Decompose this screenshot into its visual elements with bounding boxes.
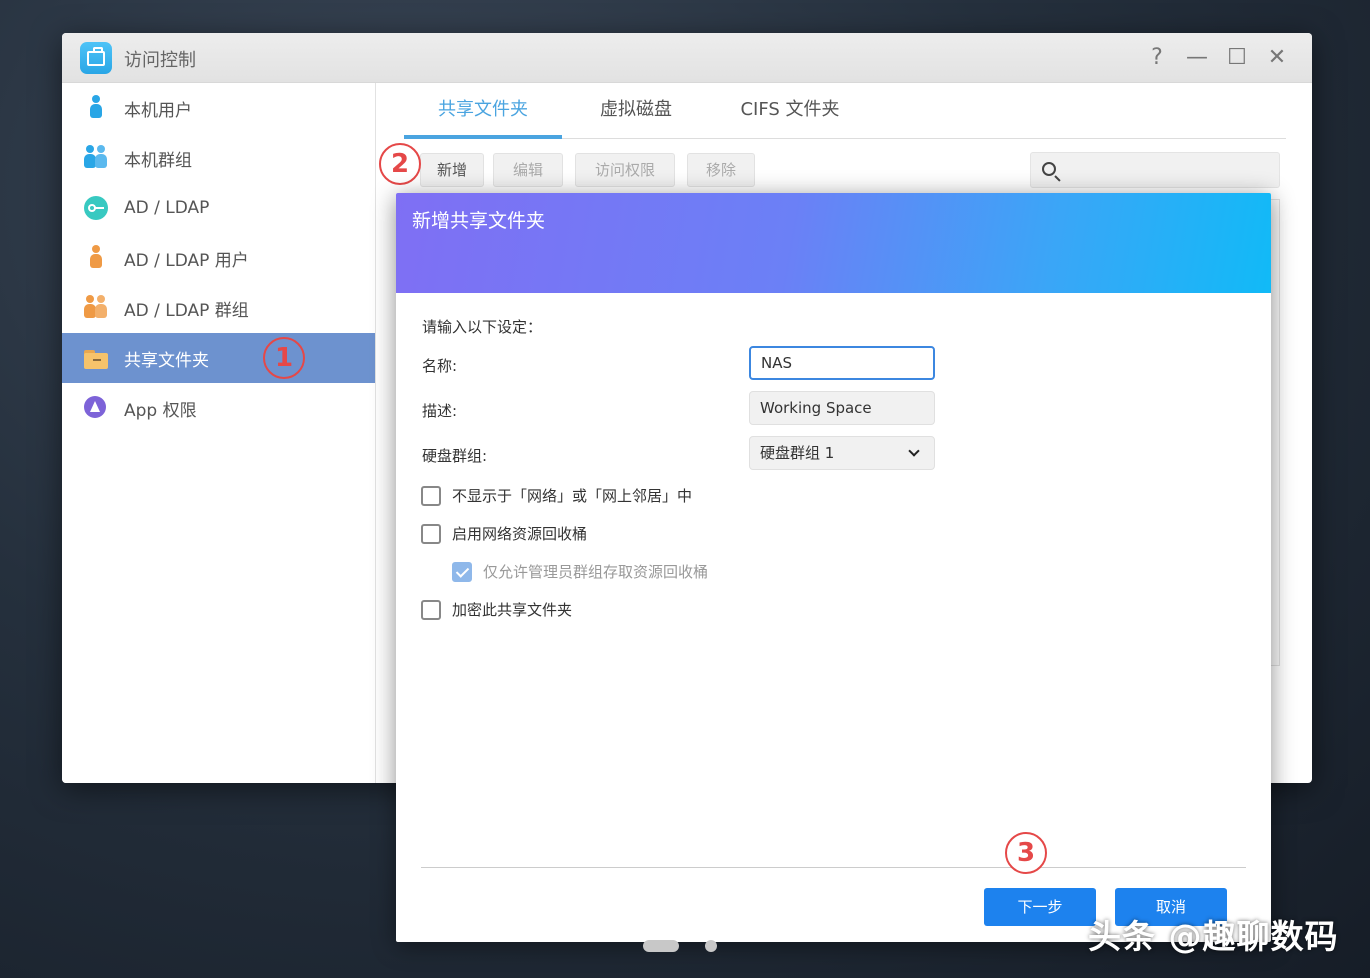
sidebar-item-label: AD / LDAP	[124, 198, 210, 218]
recycle-bin-option[interactable]: 启用网络资源回收桶	[421, 523, 587, 544]
permissions-button[interactable]: 访问权限	[575, 153, 675, 187]
admin-only-recycle-option: 仅允许管理员群组存取资源回收桶	[452, 561, 708, 582]
form-intro: 请输入以下设定：	[422, 318, 543, 336]
window-title: 访问控制	[124, 50, 196, 71]
sidebar-item-label: 本机群组	[124, 150, 192, 171]
new-shared-folder-dialog: 新增共享文件夹 请输入以下设定： 名称: NAS 描述: Working Spa…	[396, 193, 1271, 942]
maximize-icon[interactable]: ☐	[1224, 45, 1250, 70]
tab-bar: 共享文件夹 虚拟磁盘 CIFS 文件夹	[404, 83, 1286, 139]
ldap-user-icon	[84, 245, 108, 271]
dialog-title: 新增共享文件夹	[412, 210, 546, 232]
help-icon[interactable]: ?	[1144, 45, 1170, 70]
dialog-header: 新增共享文件夹	[396, 193, 1271, 293]
sidebar: 本机用户 本机群组 AD / LDAP AD / LDAP 用户 AD / LD…	[62, 83, 376, 783]
name-field[interactable]: NAS	[749, 346, 935, 380]
step-marker-1: 1	[263, 337, 305, 379]
tab-cifs-folders[interactable]: CIFS 文件夹	[710, 83, 870, 139]
sidebar-item-label: 共享文件夹	[124, 350, 209, 371]
search-icon	[1042, 162, 1056, 176]
volume-select-value: 硬盘群组 1	[760, 444, 835, 462]
search-input[interactable]	[1030, 152, 1280, 188]
user-icon	[84, 95, 108, 121]
sidebar-item-ad-ldap-groups[interactable]: AD / LDAP 群组	[62, 283, 375, 333]
group-icon	[84, 145, 108, 171]
sidebar-item-label: AD / LDAP 用户	[124, 250, 249, 271]
tab-shared-folders[interactable]: 共享文件夹	[404, 83, 562, 139]
access-control-app-icon	[80, 42, 112, 74]
description-label: 描述:	[422, 402, 458, 420]
sidebar-item-app-permissions[interactable]: App 权限	[62, 383, 375, 433]
title-bar[interactable]: 访问控制 ? — ☐ ✕	[62, 33, 1312, 83]
description-field[interactable]: Working Space	[749, 391, 935, 425]
recycle-bin-checkbox[interactable]	[421, 523, 441, 544]
sidebar-item-label: AD / LDAP 群组	[124, 300, 249, 321]
remove-button[interactable]: 移除	[687, 153, 755, 187]
option-label: 加密此共享文件夹	[452, 601, 573, 619]
sidebar-item-label: App 权限	[124, 400, 197, 421]
sidebar-item-ad-ldap-users[interactable]: AD / LDAP 用户	[62, 233, 375, 283]
step-marker-2: 2	[379, 143, 421, 185]
option-label: 启用网络资源回收桶	[452, 525, 588, 543]
folder-icon	[84, 345, 108, 371]
next-button[interactable]: 下一步	[984, 888, 1096, 926]
volume-select[interactable]: 硬盘群组 1	[749, 436, 935, 470]
option-label: 仅允许管理员群组存取资源回收桶	[483, 563, 709, 581]
chevron-down-icon	[908, 445, 920, 457]
ldap-group-icon	[84, 295, 108, 321]
add-button[interactable]: 新增	[420, 153, 484, 187]
app-icon	[84, 395, 108, 421]
hide-network-option[interactable]: 不显示于「网络」或「网上邻居」中	[421, 485, 692, 506]
sidebar-item-local-groups[interactable]: 本机群组	[62, 133, 375, 183]
minimize-icon[interactable]: —	[1184, 45, 1210, 70]
dock-indicator	[643, 940, 679, 952]
step-marker-3: 3	[1005, 832, 1047, 874]
sidebar-item-label: 本机用户	[124, 100, 192, 121]
volume-label: 硬盘群组:	[422, 447, 488, 465]
option-label: 不显示于「网络」或「网上邻居」中	[452, 487, 693, 505]
name-label: 名称:	[422, 357, 458, 375]
dialog-divider	[421, 867, 1246, 868]
encrypt-folder-checkbox[interactable]	[421, 599, 441, 620]
close-icon[interactable]: ✕	[1264, 45, 1290, 70]
key-icon	[84, 195, 108, 221]
sidebar-item-shared-folders[interactable]: 共享文件夹 1	[62, 333, 375, 383]
sidebar-item-ad-ldap[interactable]: AD / LDAP	[62, 183, 375, 233]
tab-virtual-disks[interactable]: 虚拟磁盘	[562, 83, 710, 139]
edit-button[interactable]: 编辑	[493, 153, 563, 187]
folder-list-table	[1270, 199, 1280, 666]
encrypt-folder-option[interactable]: 加密此共享文件夹	[421, 599, 572, 620]
watermark: 头条 @趣聊数码	[1088, 917, 1339, 956]
hide-network-checkbox[interactable]	[421, 485, 441, 506]
admin-only-recycle-checkbox	[452, 561, 472, 582]
dock-indicator-dot	[705, 940, 717, 952]
sidebar-item-local-users[interactable]: 本机用户	[62, 83, 375, 133]
